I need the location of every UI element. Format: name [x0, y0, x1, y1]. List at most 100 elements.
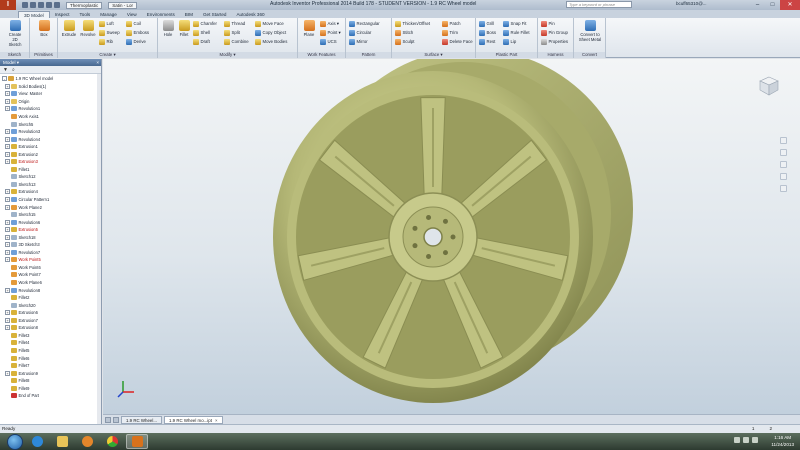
full-navigation-wheel-icon[interactable]	[780, 137, 787, 144]
tab-get-started[interactable]: Get Started	[198, 11, 232, 18]
emboss-button[interactable]: Emboss	[126, 29, 149, 36]
expand-toggle-icon[interactable]: +	[5, 325, 10, 331]
pin-group-button[interactable]: Pin Group	[541, 29, 568, 36]
tab-bim[interactable]: BIM	[180, 11, 198, 18]
tray-network-icon[interactable]	[743, 437, 749, 443]
ucs-button[interactable]: UCS	[320, 38, 337, 45]
expand-toggle-icon[interactable]: +	[5, 370, 10, 376]
trim-button[interactable]: Trim	[442, 29, 458, 36]
application-menu-button[interactable]: I	[0, 0, 16, 10]
sweep-button[interactable]: Sweep	[99, 29, 120, 36]
shell-button[interactable]: Shell	[193, 29, 210, 36]
zoom-icon[interactable]	[780, 161, 787, 168]
close-tab-icon[interactable]: ×	[215, 418, 218, 423]
orbit-icon[interactable]	[780, 173, 787, 180]
grill-button[interactable]: Grill	[479, 20, 494, 27]
tree-node[interactable]: Fillet6	[0, 354, 101, 362]
tree-node[interactable]: + Extrusion3	[0, 158, 101, 166]
copy-object-button[interactable]: Copy Object	[255, 29, 286, 36]
point-button[interactable]: Point ▾	[320, 29, 341, 36]
tree-node[interactable]: + Extrusion6	[0, 309, 101, 317]
modify-group-label[interactable]: Modify ▾	[158, 52, 297, 58]
draft-button[interactable]: Draft	[193, 38, 210, 45]
tree-node[interactable]: +3D Sketch3	[0, 241, 101, 249]
tree-node[interactable]: + Revolution7	[0, 249, 101, 257]
tree-node[interactable]: + Revolution4	[0, 135, 101, 143]
tree-node[interactable]: Sketch20	[0, 301, 101, 309]
expand-toggle-icon[interactable]: +	[5, 287, 10, 293]
tree-node[interactable]: Fillet1	[0, 166, 101, 174]
tree-node[interactable]: Fillet7	[0, 362, 101, 370]
expand-toggle-icon[interactable]: +	[5, 129, 10, 135]
tab-3d-model[interactable]: 3D Model	[18, 11, 50, 18]
loft-button[interactable]: Loft	[99, 20, 114, 27]
tree-node[interactable]: Sketch13	[0, 181, 101, 189]
create-2d-sketch-button[interactable]: Create 2D Sketch	[6, 20, 24, 47]
tree-node[interactable]: Fillet9	[0, 384, 101, 392]
tree-node[interactable]: Work Point6	[0, 264, 101, 272]
taskbar-chrome[interactable]	[101, 434, 123, 449]
browser-scrollbar[interactable]	[97, 74, 101, 424]
chamfer-button[interactable]: Chamfer	[193, 20, 217, 27]
tab-view[interactable]: View	[122, 11, 142, 18]
tree-node[interactable]: + Extrusion1	[0, 143, 101, 151]
expand-toggle-icon[interactable]: +	[5, 227, 10, 233]
tree-node[interactable]: Work Point7	[0, 271, 101, 279]
tab-manage[interactable]: Manage	[95, 11, 122, 18]
patch-button[interactable]: Patch	[442, 20, 461, 27]
tab-tools[interactable]: Tools	[74, 11, 95, 18]
expand-toggle-icon[interactable]: +	[5, 310, 10, 316]
expand-toggle-icon[interactable]: +	[5, 151, 10, 157]
redo-icon[interactable]	[54, 2, 60, 8]
circular-pattern-button[interactable]: Circular	[349, 29, 371, 36]
tree-node[interactable]: Sketch12	[0, 173, 101, 181]
fillet-button[interactable]: Fillet	[175, 20, 193, 37]
tree-node[interactable]: + Revolution1	[0, 105, 101, 113]
expand-toggle-icon[interactable]: +	[5, 197, 10, 203]
document-tab-1[interactable]: 1.9 RC Wheel...	[121, 415, 162, 424]
taskbar-ie[interactable]	[26, 434, 48, 449]
tree-node[interactable]: + Solid Bodies(1)	[0, 83, 101, 91]
create-group-label[interactable]: Create ▾	[58, 52, 157, 58]
document-tab-2[interactable]: 1.9 RC Wheel mo...ipt ×	[164, 415, 223, 424]
tab-autodesk-360[interactable]: Autodesk 360	[231, 11, 269, 18]
tray-flag-icon[interactable]	[734, 437, 740, 443]
user-account[interactable]: bcuff65310@...	[676, 1, 707, 6]
mirror-button[interactable]: Mirror	[349, 38, 368, 45]
tab-environments[interactable]: Environments	[142, 11, 180, 18]
viewcube-icon[interactable]	[758, 75, 780, 97]
tab-scroll-left-icon[interactable]	[105, 416, 111, 423]
tree-node[interactable]: + Revolution6	[0, 218, 101, 226]
taskbar-media-player[interactable]	[76, 434, 98, 449]
tree-node[interactable]: + Work Plane2	[0, 203, 101, 211]
extrude-button[interactable]: Extrude	[60, 20, 78, 37]
expand-toggle-icon[interactable]: +	[5, 219, 10, 225]
thread-button[interactable]: Thread	[224, 20, 245, 27]
expand-toggle-icon[interactable]: +	[5, 317, 10, 323]
tree-node[interactable]: Sketch15	[0, 211, 101, 219]
rib-button[interactable]: Rib	[99, 38, 113, 45]
look-at-icon[interactable]	[780, 185, 787, 192]
new-icon[interactable]	[22, 2, 28, 8]
expand-toggle-icon[interactable]: +	[5, 234, 10, 240]
taskbar-inventor[interactable]	[126, 434, 148, 449]
expand-toggle-icon[interactable]: +	[5, 159, 10, 165]
minimize-button[interactable]: –	[750, 0, 765, 10]
tab-list-icon[interactable]	[113, 416, 119, 423]
open-icon[interactable]	[30, 2, 36, 8]
maximize-button[interactable]: □	[765, 0, 780, 10]
properties-button[interactable]: Properties	[541, 38, 568, 45]
tree-node[interactable]: + Extrusion9	[0, 369, 101, 377]
tree-node[interactable]: Work Plane6	[0, 279, 101, 287]
wheel-model[interactable]	[103, 59, 800, 414]
tree-node[interactable]: + Extrusion4	[0, 188, 101, 196]
system-clock[interactable]: 1:16 AM 11/24/2013	[771, 434, 794, 448]
browser-title[interactable]: Model ▾	[3, 59, 19, 66]
revolve-button[interactable]: Revolve	[79, 20, 97, 37]
split-button[interactable]: Split	[224, 29, 240, 36]
lip-button[interactable]: Lip	[503, 38, 516, 45]
expand-toggle-icon[interactable]: +	[5, 106, 10, 112]
expand-toggle-icon[interactable]: +	[5, 249, 10, 255]
tree-node[interactable]: + Revolution3	[0, 128, 101, 136]
tree-node[interactable]: - 1.9 RC Wheel model	[0, 75, 101, 83]
